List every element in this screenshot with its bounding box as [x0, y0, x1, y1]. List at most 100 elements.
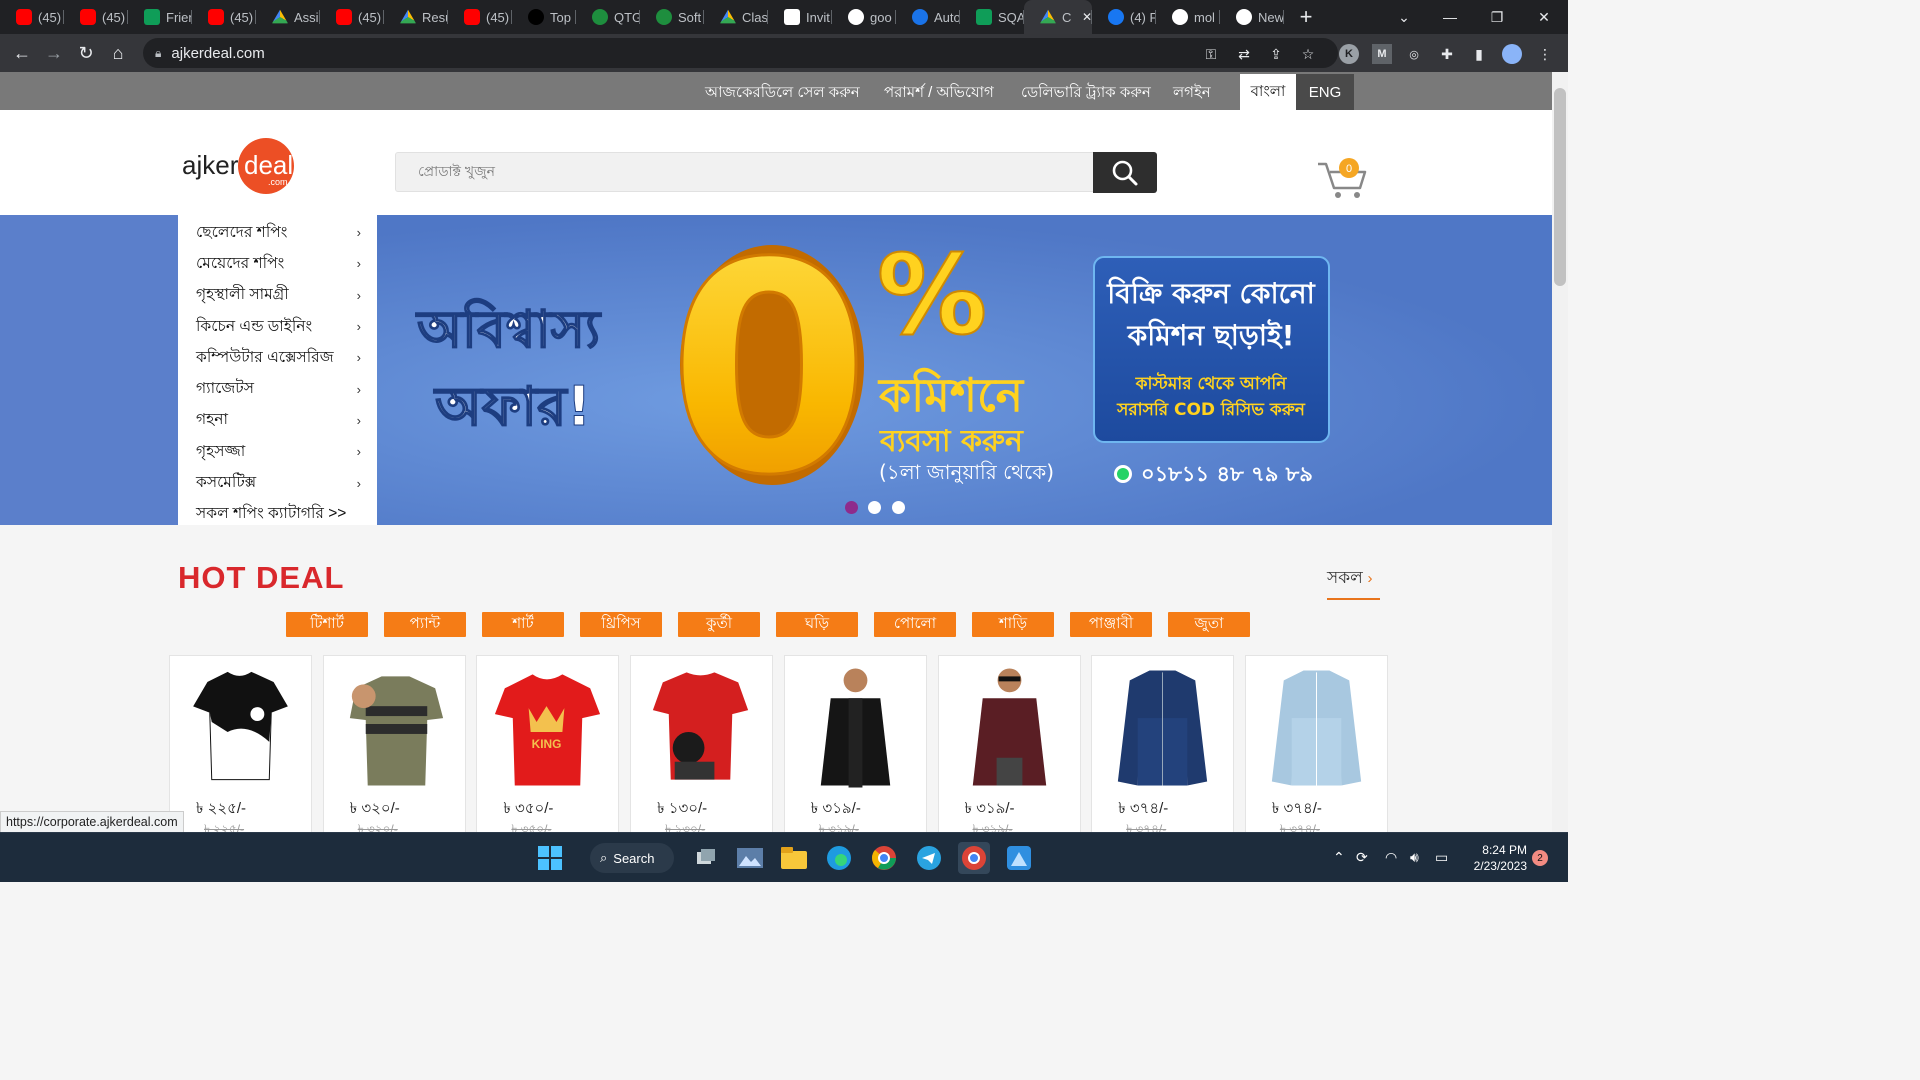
cart-button[interactable]: 0	[1316, 156, 1370, 200]
filter-pill[interactable]: পোলো	[874, 612, 956, 637]
side-panel-icon[interactable]: ▮	[1469, 44, 1489, 64]
home-icon[interactable]: ⌂	[102, 37, 134, 69]
product-image[interactable]	[1254, 662, 1379, 790]
track-delivery-link[interactable]: ডেলিভারি ট্র্যাক করুন	[1021, 81, 1151, 106]
battery-icon[interactable]: ▭	[1435, 849, 1448, 866]
category-item[interactable]: ছেলেদের শপিং ›	[178, 217, 377, 248]
filter-pill[interactable]: শার্ট	[482, 612, 564, 637]
photos-icon[interactable]	[734, 842, 766, 874]
complaint-link[interactable]: পরামর্শ / অভিযোগ	[884, 81, 994, 106]
key-icon[interactable]: ⚿	[1201, 44, 1221, 64]
sync-icon[interactable]: ⟳	[1356, 849, 1368, 866]
search-button[interactable]	[1093, 152, 1157, 193]
product-card[interactable]: ৳ ২২৫/- ৳ ২২৫/-	[169, 655, 312, 832]
product-image[interactable]	[1100, 662, 1225, 790]
browser-tab[interactable]: mol	[1156, 0, 1220, 34]
minimize-button[interactable]: —	[1427, 0, 1473, 34]
product-card[interactable]: ৳ ৩১৯/- ৳ ৩১৯/-	[937, 655, 1081, 832]
more-menu-icon[interactable]: ⋮	[1535, 44, 1555, 64]
category-item[interactable]: গৃহস্থালী সামগ্রী ›	[178, 280, 377, 311]
product-card[interactable]: ৳ ৩১৯/- ৳ ৩১৯/-	[783, 655, 927, 832]
filter-pill[interactable]: শাড়ি	[972, 612, 1054, 637]
product-card[interactable]: ৳ ৩৭৪/- ৳ ৩৭৪/-	[1244, 655, 1388, 832]
forward-arrow-icon[interactable]: →	[38, 37, 70, 69]
browser-tab[interactable]: (45)	[320, 0, 384, 34]
slider-dot-3[interactable]	[892, 501, 905, 514]
product-card[interactable]: ৳ ১৩০/- ৳ ১৩০/-	[630, 655, 774, 832]
close-window-button[interactable]: ✕	[1521, 0, 1567, 34]
file-explorer-icon[interactable]	[778, 842, 810, 874]
extension-eye-icon[interactable]: ◎	[1404, 44, 1424, 64]
profile-k-icon[interactable]: K	[1339, 44, 1359, 64]
language-bangla-button[interactable]: বাংলা	[1240, 74, 1296, 110]
product-card[interactable]: ৳ ৩২০/- ৳ ৩২০/-	[322, 655, 466, 832]
reload-icon[interactable]: ↻	[70, 37, 102, 69]
category-item[interactable]: গহনা ›	[178, 405, 377, 436]
product-image[interactable]	[947, 662, 1072, 790]
slider-dot-1[interactable]	[845, 501, 858, 514]
category-item[interactable]: মেয়েদের শপিং ›	[178, 248, 377, 279]
slider-dot-2[interactable]	[868, 501, 881, 514]
wifi-icon[interactable]: ◠	[1385, 849, 1397, 866]
product-image[interactable]: KING	[485, 662, 610, 790]
category-item[interactable]: গ্যাজেটস ›	[178, 373, 377, 404]
category-item[interactable]: কম্পিউটার এক্সেসরিজ ›	[178, 342, 377, 373]
browser-tab[interactable]: New	[1220, 0, 1284, 34]
filter-pill[interactable]: থ্রিপিস	[580, 612, 662, 637]
translate-icon[interactable]: ⇄	[1234, 44, 1254, 64]
category-item[interactable]: গৃহসজ্জা ›	[178, 436, 377, 467]
volume-icon[interactable]: 🔊︎	[1410, 849, 1419, 866]
show-hidden-icons-icon[interactable]: ⌃	[1333, 849, 1345, 866]
browser-tab[interactable]: Invit	[768, 0, 832, 34]
browser-tab[interactable]: goo	[832, 0, 896, 34]
product-image[interactable]	[639, 662, 764, 790]
browser-tab[interactable]: SQA	[960, 0, 1024, 34]
tab-search-chevron-icon[interactable]: ⌄	[1381, 0, 1427, 34]
see-all-link[interactable]: সকল ›	[1327, 565, 1380, 600]
share-icon[interactable]: ⇪	[1266, 44, 1286, 64]
category-item[interactable]: কসমেটিক্স ›	[178, 467, 377, 498]
taskbar-search[interactable]: ⌕ Search	[590, 843, 674, 873]
browser-tab[interactable]: C ✕	[1024, 0, 1092, 34]
site-logo[interactable]: ajker deal .com	[182, 137, 297, 195]
category-item[interactable]: কিচেন এন্ড ডাইনিং ›	[178, 311, 377, 342]
clock[interactable]: 8:24 PM 2/23/2023	[1463, 842, 1527, 874]
language-english-button[interactable]: ENG	[1296, 74, 1354, 110]
sell-link[interactable]: আজকেরডিলে সেল করুন	[705, 81, 860, 106]
close-tab-icon[interactable]: ✕	[1082, 10, 1092, 24]
browser-tab[interactable]: Soft	[640, 0, 704, 34]
product-image[interactable]	[332, 662, 457, 790]
login-link[interactable]: লগইন	[1173, 81, 1211, 106]
restore-button[interactable]: ❐	[1474, 0, 1520, 34]
new-tab-button[interactable]: +	[1292, 4, 1320, 30]
browser-tab[interactable]: Top	[512, 0, 576, 34]
browser-tab[interactable]: QTG	[576, 0, 640, 34]
filter-pill[interactable]: প্যান্ট	[384, 612, 466, 637]
browser-tab[interactable]: Auto	[896, 0, 960, 34]
browser-tab[interactable]: Frien	[128, 0, 192, 34]
avatar[interactable]	[1502, 44, 1522, 64]
telegram-icon[interactable]	[913, 842, 945, 874]
promo-banner-slider[interactable]: অবিশ্বাস্য অফার! 0 % কমিশনে ব্যবসা করুন …	[377, 215, 1552, 525]
extension-m-icon[interactable]: M	[1372, 44, 1392, 64]
browser-tab[interactable]: Clas	[704, 0, 768, 34]
bookmark-star-icon[interactable]: ☆	[1298, 44, 1318, 64]
category-item[interactable]: সকল শপিং ক্যাটাগরি >>	[178, 499, 377, 530]
browser-tab[interactable]: Resu	[384, 0, 448, 34]
product-card[interactable]: ৳ ৩৭৪/- ৳ ৩৭৪/-	[1091, 655, 1235, 832]
browser-tab[interactable]: (45)	[0, 0, 64, 34]
start-windows-icon[interactable]	[534, 842, 566, 874]
app-icon[interactable]	[1003, 842, 1035, 874]
filter-pill[interactable]: জুতা	[1168, 612, 1250, 637]
address-bar[interactable]: 🔒︎ ajkerdeal.com	[143, 38, 1338, 68]
notification-badge[interactable]: 2	[1532, 850, 1548, 866]
browser-tab[interactable]: (45)	[448, 0, 512, 34]
scrollbar-thumb[interactable]	[1554, 88, 1566, 286]
task-view-icon[interactable]	[690, 842, 722, 874]
chrome-profile-icon[interactable]	[958, 842, 990, 874]
extensions-puzzle-icon[interactable]: ✚	[1437, 44, 1457, 64]
product-card[interactable]: KING ৳ ৩৫০/- ৳ ৩৫০/-	[476, 655, 620, 832]
browser-tab[interactable]: (45)	[64, 0, 128, 34]
chrome-icon[interactable]	[868, 842, 900, 874]
product-image[interactable]	[178, 662, 303, 790]
